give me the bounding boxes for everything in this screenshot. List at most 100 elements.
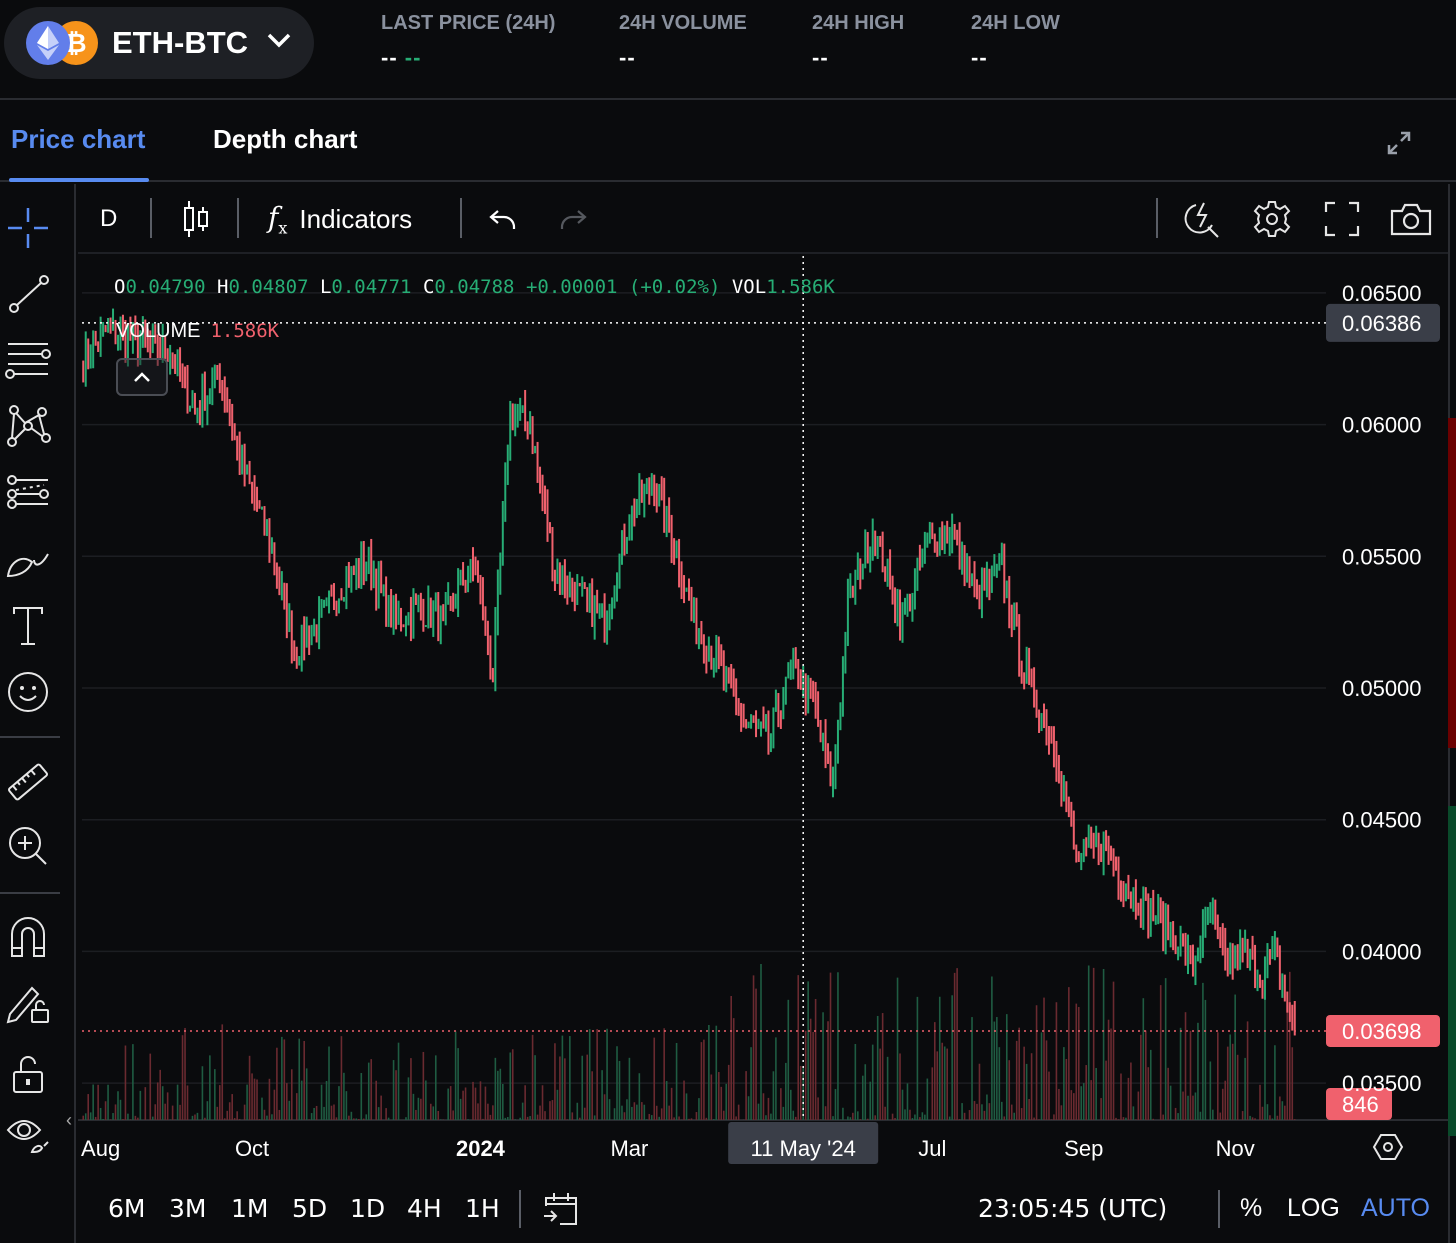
stat-value: --	[619, 45, 636, 70]
buy-pressure-strip	[1448, 806, 1456, 1136]
text-tool-icon[interactable]	[4, 602, 52, 650]
y-tick-label: 0.05000	[1342, 676, 1422, 701]
stat-label: 24H VOLUME	[619, 12, 747, 34]
y-tick-label: 0.03500	[1342, 1071, 1422, 1096]
interval-button[interactable]: D	[100, 198, 117, 240]
timeframe-3m[interactable]: 3M	[169, 1194, 206, 1223]
low-label: L	[319, 276, 332, 298]
candles	[82, 308, 1296, 1036]
magnet-icon[interactable]	[4, 914, 52, 962]
divider	[519, 1190, 521, 1228]
lock-drawings-icon[interactable]	[4, 980, 52, 1028]
time-axis: Aug Oct 2024 Mar Jul Sep Nov 11 May '24	[81, 1122, 1404, 1164]
x-tick-label: Nov	[1216, 1136, 1255, 1161]
stat-24h-high: 24H HIGH --	[812, 12, 904, 71]
stat-value: --	[971, 45, 988, 70]
crosshair-date-label: 11 May '24	[751, 1136, 856, 1161]
pattern-icon[interactable]	[4, 402, 52, 450]
divider	[1218, 1190, 1220, 1228]
log-toggle[interactable]: LOG	[1287, 1194, 1340, 1223]
timeframe-1d[interactable]: 1D	[350, 1194, 385, 1223]
function-icon: fx	[268, 200, 288, 238]
ruler-icon[interactable]	[4, 758, 52, 806]
divider	[0, 736, 60, 738]
indicators-button[interactable]: fx Indicators	[268, 198, 412, 240]
close-label: C	[422, 276, 435, 298]
stat-last-price: LAST PRICE (24H) -- --	[381, 12, 555, 71]
unlock-icon[interactable]	[4, 1050, 52, 1098]
pair-name: ETH-BTC	[112, 25, 249, 60]
zoom-in-icon[interactable]	[4, 822, 52, 870]
high-value: 0.04807	[228, 276, 309, 298]
stat-label: 24H LOW	[971, 12, 1060, 34]
timeframe-1h[interactable]: 1H	[465, 1194, 500, 1223]
camera-icon[interactable]	[1390, 198, 1432, 240]
open-label: O	[114, 276, 126, 298]
brush-icon[interactable]	[4, 538, 52, 586]
candle-type-icon[interactable]	[182, 198, 210, 240]
redo-icon[interactable]	[558, 198, 588, 240]
divider	[1156, 198, 1158, 238]
timeframe-1m[interactable]: 1M	[231, 1194, 268, 1223]
collapse-legend-button[interactable]	[116, 358, 168, 396]
y-tick-label: 0.05500	[1342, 544, 1422, 569]
settings-icon[interactable]	[1252, 198, 1292, 240]
ohlc-legend: O0.04790 H0.04807 L0.04771 C0.04788 +0.0…	[114, 276, 835, 298]
emoji-icon[interactable]	[4, 668, 52, 716]
quick-search-icon[interactable]	[1182, 198, 1222, 240]
crosshair-icon[interactable]	[4, 204, 52, 252]
pair-selector[interactable]: ₿ ETH-BTC	[4, 7, 314, 79]
stat-24h-low: 24H LOW --	[971, 12, 1060, 71]
change-value: +0.00001 (+0.02%)	[525, 276, 721, 298]
axis-settings-icon	[1372, 1134, 1404, 1160]
stat-label: 24H HIGH	[812, 12, 905, 34]
divider	[150, 198, 152, 238]
tab-depth-chart[interactable]: Depth chart	[213, 124, 357, 155]
y-tick-label: 0.04000	[1342, 939, 1422, 964]
eth-icon	[26, 21, 70, 65]
auto-toggle[interactable]: AUTO	[1361, 1194, 1430, 1223]
x-tick-label: Aug	[81, 1136, 120, 1161]
scroll-left-icon[interactable]: ‹	[66, 1110, 72, 1131]
timeframe-4h[interactable]: 4H	[407, 1194, 442, 1223]
trend-line-icon[interactable]	[4, 270, 52, 318]
x-tick-label: 2024	[456, 1136, 506, 1161]
horizontal-lines-icon[interactable]	[4, 336, 52, 384]
vol-value: 1.586K	[766, 276, 835, 298]
fib-retracement-icon[interactable]	[4, 470, 52, 518]
x-tick-label: Oct	[235, 1136, 269, 1161]
volume-bars	[82, 964, 1296, 1120]
chart-tabs: Price chart Depth chart	[0, 102, 1456, 182]
open-value: 0.04790	[125, 276, 206, 298]
volume-legend: VOLUME 1.586K	[116, 320, 279, 343]
timeframe-6m[interactable]: 6M	[108, 1194, 145, 1223]
utc-clock: 23:05:45 (UTC)	[978, 1194, 1168, 1223]
fullscreen-icon[interactable]	[1324, 198, 1360, 240]
percent-toggle[interactable]: %	[1240, 1194, 1262, 1223]
price-axis: 0.06500 0.06000 0.05500 0.05000 0.04500 0.040…	[1342, 281, 1422, 1096]
sell-pressure-strip	[1448, 418, 1456, 748]
high-label: H	[216, 276, 229, 298]
stat-change: --	[404, 45, 422, 70]
stat-label: LAST PRICE (24H)	[381, 12, 556, 34]
chevron-down-icon	[267, 33, 291, 48]
stat-value: --	[812, 45, 829, 70]
volume-label: VOLUME	[116, 320, 201, 342]
expand-icon[interactable]	[1386, 130, 1412, 156]
active-tab-indicator	[9, 178, 149, 182]
grid-lines	[78, 292, 1448, 1121]
tab-price-chart[interactable]: Price chart	[11, 124, 145, 155]
divider	[460, 198, 462, 238]
chart-toolbar: D fx Indicators	[78, 184, 1448, 254]
price-chart[interactable]: 0.063860.03698846 0.065000.060000.055000…	[78, 256, 1448, 1216]
visibility-icon[interactable]	[4, 1108, 52, 1156]
chevron-up-icon	[134, 372, 150, 382]
last-price-label: 0.03698	[1342, 1019, 1422, 1044]
vol-label: VOL	[731, 276, 767, 298]
undo-icon[interactable]	[488, 198, 518, 240]
go-to-date-icon[interactable]	[542, 1190, 580, 1228]
divider	[0, 892, 60, 894]
bottom-toolbar: 6M 3M 1M 5D 1D 4H 1H 23:05:45 (UTC) % LO…	[78, 1176, 1448, 1243]
volume-value: 1.586K	[210, 320, 280, 342]
timeframe-5d[interactable]: 5D	[292, 1194, 327, 1223]
